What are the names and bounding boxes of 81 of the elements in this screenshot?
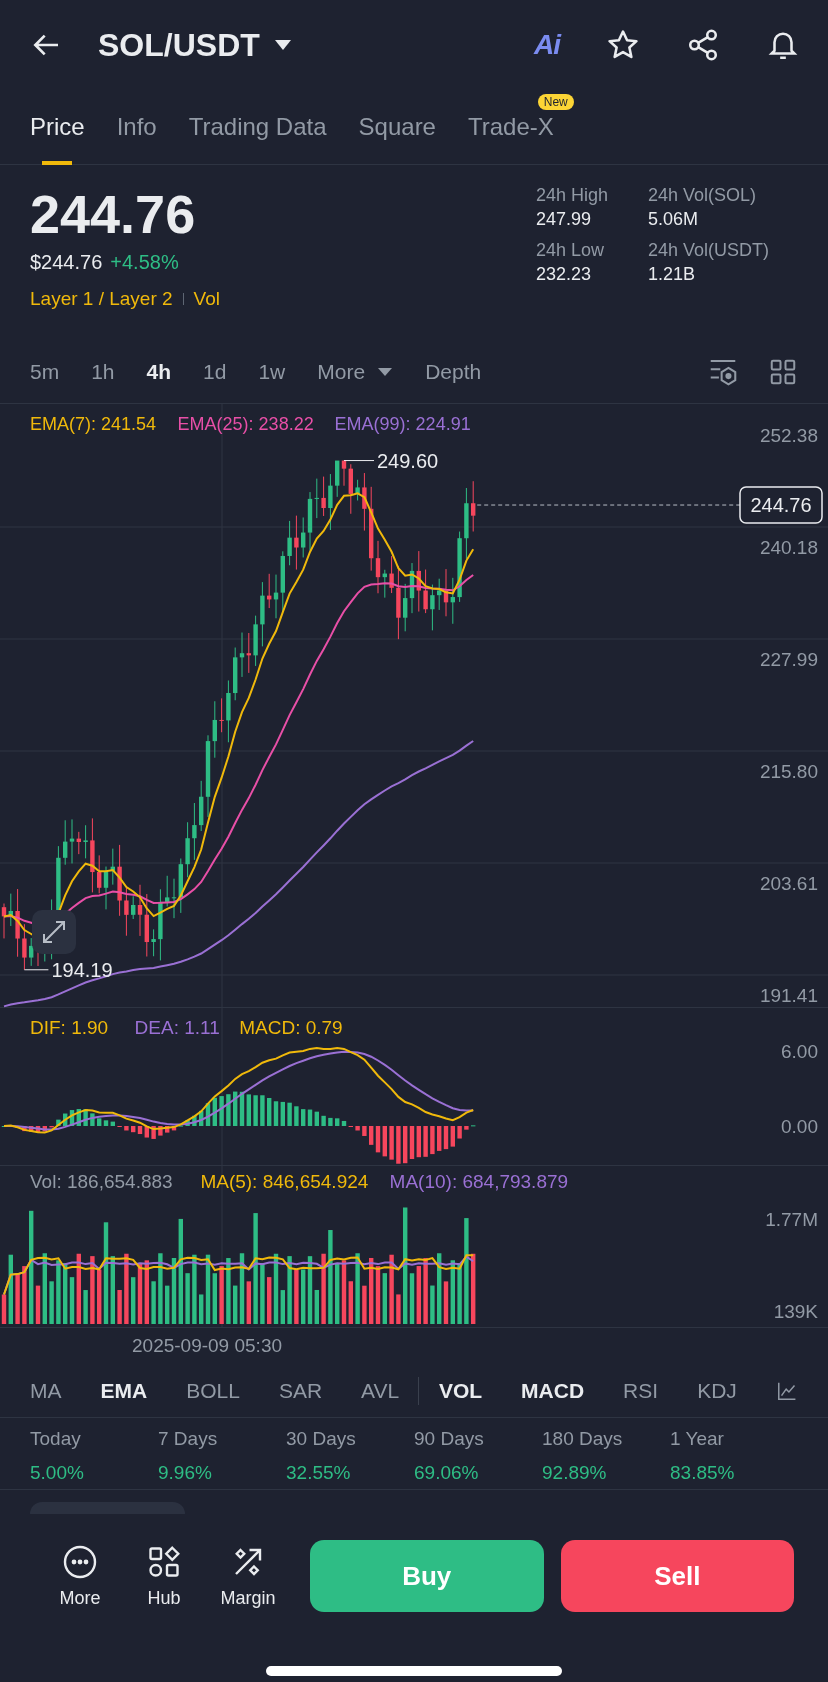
stat-value: 232.23 (536, 264, 593, 285)
volume-legend: MA(10): 684,793.879 (389, 1171, 569, 1192)
macd-axis-label: 6.00 (781, 1041, 818, 1062)
period-label: 1 Year (670, 1428, 725, 1450)
price-axis-label: 227.99 (759, 649, 818, 670)
action-button[interactable]: Margin (206, 1543, 290, 1609)
period-label: 90 Days (414, 1428, 485, 1450)
interval-option[interactable]: 4h (146, 359, 172, 384)
period-label: 30 Days (286, 1428, 357, 1450)
stat-label: 24h Vol(SOL) (648, 185, 758, 206)
more-icon (62, 1543, 98, 1580)
stat-value: 5.06M (648, 209, 700, 230)
price-axis-label: 252.38 (759, 425, 818, 446)
tab[interactable]: Trading Data (188, 89, 327, 165)
time-label: 2025-09-09 05:30 (132, 1335, 282, 1357)
indicator-option[interactable]: SAR (278, 1378, 323, 1403)
indicator-option[interactable]: BOLL (186, 1378, 240, 1403)
action-button[interactable]: More (38, 1543, 122, 1609)
low-price-marker: 194.19 (51, 958, 113, 981)
indicator-legend: EMA(25): 238.22 (177, 414, 314, 434)
high-price-marker: 249.60 (377, 449, 439, 472)
sell-button[interactable]: Sell (560, 1540, 794, 1612)
price-axis-label: 215.80 (759, 761, 818, 782)
price-axis-label: 191.41 (759, 985, 818, 1006)
indicator-option[interactable]: MACD (521, 1378, 585, 1403)
caret-icon (377, 366, 394, 377)
indicator-option[interactable]: KDJ (697, 1378, 737, 1403)
period-return: 9.96% (158, 1462, 213, 1484)
current-price-tag: 244.76 (739, 486, 823, 524)
tab[interactable]: Price (30, 89, 85, 165)
stat-value: 1.21B (648, 264, 697, 285)
stat-label: 24h Low (536, 240, 606, 261)
interval-option[interactable]: More (317, 359, 394, 384)
stat-label: 24h High (536, 185, 610, 206)
category-tag[interactable]: Vol (193, 288, 220, 310)
price-axis-label: 203.61 (759, 873, 818, 894)
price-change: +4.58% (110, 251, 179, 274)
fiat-price: $244.76 (30, 251, 103, 274)
ai-assistant-badge[interactable]: Ai (534, 29, 560, 61)
category-tag[interactable]: Layer 1 / Layer 2 (30, 288, 173, 310)
macd-legend: MACD: 0.79 (239, 1017, 343, 1038)
stat-label: 24h Vol(USDT) (648, 240, 771, 261)
interval-option[interactable]: Depth (425, 359, 482, 384)
volume-axis-label: 1.77M (765, 1209, 818, 1230)
indicator-option[interactable]: VOL (438, 1378, 483, 1403)
indicator-option[interactable]: MA (30, 1378, 62, 1403)
period-return: 69.06% (414, 1462, 480, 1484)
indicator-option[interactable]: RSI (623, 1378, 659, 1403)
volume-legend: MA(5): 846,654.924 (200, 1171, 369, 1192)
caret-icon[interactable] (273, 39, 292, 51)
period-return: 32.55% (286, 1462, 352, 1484)
interval-option[interactable]: 5m (30, 359, 60, 384)
last-price: 244.76 (30, 183, 197, 245)
period-return: 5.00% (30, 1462, 85, 1484)
grid-shapes-icon (146, 1543, 182, 1580)
pair-title[interactable]: SOL/USDT (98, 26, 260, 64)
tab[interactable]: Info (116, 89, 157, 165)
period-label: 7 Days (158, 1428, 219, 1450)
macd-axis-label: 0.00 (781, 1116, 818, 1137)
macd-legend: DEA: 1.11 (134, 1017, 220, 1038)
expand-icon[interactable] (32, 910, 76, 954)
indicator-legend: EMA(7): 241.54 (30, 414, 157, 434)
stat-value: 247.99 (536, 209, 593, 230)
interval-option[interactable]: 1d (203, 359, 227, 384)
period-label: Today (30, 1428, 82, 1450)
interval-option[interactable]: 1w (258, 359, 286, 384)
macd-legend: DIF: 1.90 (30, 1017, 109, 1038)
volume-legend: Vol: 186,654.883 (30, 1171, 173, 1192)
action-button[interactable]: Hub (122, 1543, 206, 1609)
indicator-option[interactable]: EMA (100, 1378, 148, 1403)
period-return: 83.85% (670, 1462, 736, 1484)
price-axis-label: 240.18 (759, 537, 818, 558)
volume-axis-label: 139K (773, 1301, 818, 1322)
new-badge: New (537, 93, 574, 110)
tab[interactable]: Square (358, 89, 436, 165)
share-icon[interactable] (686, 28, 720, 62)
indicator-option[interactable]: AVL (361, 1378, 400, 1403)
period-return: 92.89% (542, 1462, 608, 1484)
period-label: 180 Days (542, 1428, 624, 1450)
interval-option[interactable]: 1h (91, 359, 115, 384)
indicator-legend: EMA(99): 224.91 (334, 414, 471, 434)
